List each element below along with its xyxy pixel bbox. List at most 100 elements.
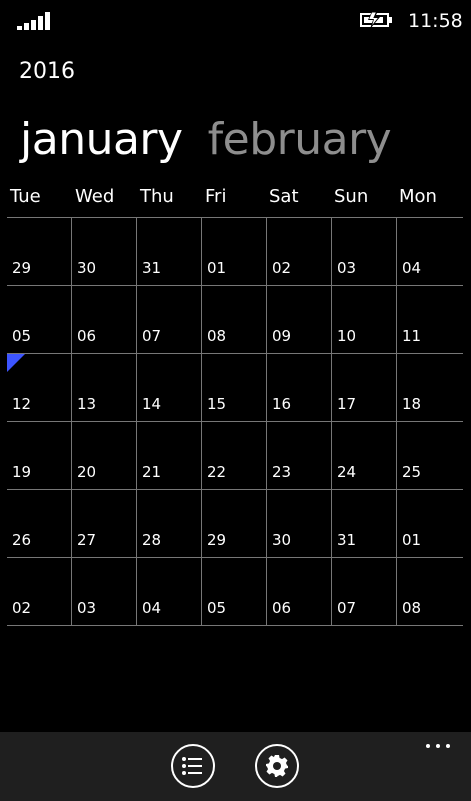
more-options-icon [426,744,430,748]
calendar-day-number: 15 [207,395,227,413]
calendar-day-cell[interactable]: 11 [397,286,463,354]
calendar-day-cell[interactable]: 06 [267,558,332,626]
calendar-day-number: 01 [207,259,227,277]
calendar-day-cell[interactable]: 01 [202,218,267,286]
list-button[interactable] [171,744,215,788]
calendar-day-cell[interactable]: 15 [202,354,267,422]
calendar-day-cell[interactable]: 09 [267,286,332,354]
calendar-day-number: 23 [272,463,292,481]
calendar-day-cell[interactable]: 30 [72,218,137,286]
calendar-day-cell[interactable]: 17 [332,354,397,422]
weekday-label: Wed [75,186,115,207]
settings-gear-icon [266,755,288,777]
calendar-day-cell[interactable]: 08 [202,286,267,354]
weekday-label: Sun [334,186,369,207]
calendar-day-cell[interactable]: 08 [397,558,463,626]
calendar-day-number: 18 [402,395,422,413]
calendar-day-cell[interactable]: 21 [137,422,202,490]
calendar-day-number: 27 [77,531,97,549]
calendar-day-cell[interactable]: 02 [267,218,332,286]
calendar-day-number: 20 [77,463,97,481]
calendar-day-cell[interactable]: 14 [137,354,202,422]
more-options-button[interactable] [421,737,455,755]
calendar-day-number: 30 [272,531,292,549]
calendar-day-cell[interactable]: 28 [137,490,202,558]
calendar-day-number: 08 [207,327,227,345]
calendar-day-number: 01 [402,531,422,549]
calendar-day-number: 31 [142,259,162,277]
calendar-day-number: 14 [142,395,162,413]
calendar-day-cell[interactable]: 03 [72,558,137,626]
calendar-day-number: 06 [272,599,292,617]
calendar-day-number: 04 [402,259,422,277]
calendar-day-cell[interactable]: 27 [72,490,137,558]
calendar-day-number: 25 [402,463,422,481]
calendar-day-number: 05 [12,327,32,345]
weekday-label: Mon [399,186,437,207]
calendar-day-number: 21 [142,463,162,481]
calendar-day-cell[interactable]: 07 [332,558,397,626]
pivot-month-january[interactable]: january [20,111,183,169]
calendar-day-cell[interactable]: 16 [267,354,332,422]
calendar-day-number: 28 [142,531,162,549]
app-bar [0,732,471,801]
calendar-day-number: 12 [12,395,32,413]
calendar-day-cell[interactable]: 19 [7,422,72,490]
calendar-day-cell[interactable]: 31 [332,490,397,558]
calendar-day-cell[interactable]: 05 [7,286,72,354]
calendar-day-cell[interactable]: 25 [397,422,463,490]
calendar-day-cell[interactable]: 06 [72,286,137,354]
calendar-day-number: 04 [142,599,162,617]
year-title: 2016 [19,59,75,84]
calendar-day-number: 29 [12,259,32,277]
calendar-day-cell[interactable]: 13 [72,354,137,422]
weekday-label: Thu [140,186,174,207]
calendar-day-cell[interactable]: 18 [397,354,463,422]
weekday-label: Fri [205,186,227,207]
calendar-day-cell[interactable]: 20 [72,422,137,490]
list-icon [182,757,202,775]
calendar-day-number: 31 [337,531,357,549]
calendar-day-number: 17 [337,395,357,413]
pivot-month-february[interactable]: february [208,111,392,169]
calendar-day-cell[interactable]: 05 [202,558,267,626]
calendar-day-cell[interactable]: 22 [202,422,267,490]
calendar-day-cell[interactable]: 26 [7,490,72,558]
calendar-day-number: 16 [272,395,292,413]
calendar-day-cell[interactable]: 12 [7,354,72,422]
calendar-day-number: 19 [12,463,32,481]
calendar-day-cell[interactable]: 04 [137,558,202,626]
calendar-day-cell[interactable]: 07 [137,286,202,354]
calendar-day-number: 30 [77,259,97,277]
calendar-grid: 29 30 31 01 02 03 04 05 06 07 08 09 10 1… [7,217,463,626]
calendar-day-cell[interactable]: 10 [332,286,397,354]
status-bar: 11:58 [0,0,471,40]
month-pivot: january february [20,111,392,169]
calendar-day-cell[interactable]: 31 [137,218,202,286]
calendar-day-cell[interactable]: 23 [267,422,332,490]
calendar-day-cell[interactable]: 01 [397,490,463,558]
weekday-header: Tue Wed Thu Fri Sat Sun Mon [7,184,463,214]
calendar-day-number: 06 [77,327,97,345]
calendar-day-cell[interactable]: 29 [7,218,72,286]
weekday-label: Sat [269,186,299,207]
calendar-day-cell[interactable]: 29 [202,490,267,558]
calendar-day-number: 24 [337,463,357,481]
calendar-day-number: 03 [77,599,97,617]
calendar-day-number: 11 [402,327,422,345]
calendar-day-cell[interactable]: 24 [332,422,397,490]
status-clock: 11:58 [408,10,463,32]
calendar-day-cell[interactable]: 02 [7,558,72,626]
calendar-day-number: 07 [142,327,162,345]
calendar-day-number: 29 [207,531,227,549]
calendar-day-cell[interactable]: 30 [267,490,332,558]
cellular-signal-icon [17,12,50,30]
calendar-day-cell[interactable]: 04 [397,218,463,286]
calendar-day-number: 10 [337,327,357,345]
calendar-day-number: 08 [402,599,422,617]
settings-button[interactable] [255,744,299,788]
calendar-day-number: 09 [272,327,292,345]
calendar-day-number: 13 [77,395,97,413]
calendar-day-number: 22 [207,463,227,481]
calendar-day-cell[interactable]: 03 [332,218,397,286]
